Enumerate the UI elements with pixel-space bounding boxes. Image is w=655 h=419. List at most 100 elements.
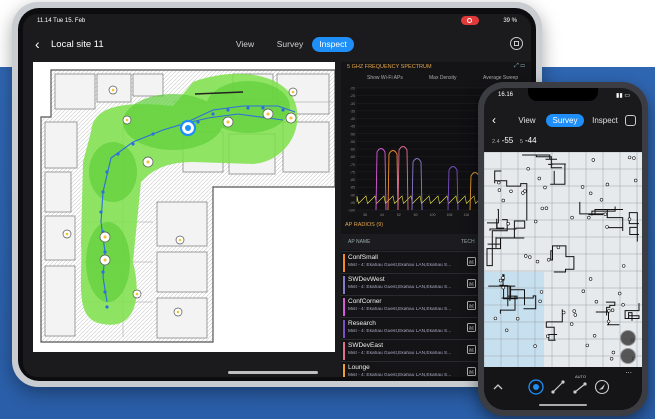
ap-name: Lounge <box>348 364 370 371</box>
phone-floor-map[interactable] <box>484 151 642 367</box>
survey-point <box>585 343 590 348</box>
survey-point <box>632 156 636 160</box>
survey-point <box>592 334 597 338</box>
navigate-icon[interactable] <box>594 379 610 395</box>
survey-point <box>622 264 626 268</box>
survey-point <box>634 178 638 183</box>
option-average-sweep[interactable]: Average Sweep <box>483 75 518 81</box>
survey-point <box>581 289 586 293</box>
col-tech[interactable]: TECH <box>461 239 475 245</box>
phone-tab-survey[interactable]: Survey <box>546 114 584 127</box>
tablet-status-bar: 11.14 Tue 15. Feb 39 % <box>23 14 531 30</box>
tab-view[interactable]: View <box>228 37 262 52</box>
y-tick-label: -55 <box>350 140 355 144</box>
tab-survey[interactable]: Survey <box>270 37 310 52</box>
survey-point <box>537 176 541 181</box>
recording-indicator-icon <box>461 16 479 25</box>
phone-notch <box>528 88 598 101</box>
back-chevron-icon[interactable]: ‹ <box>35 37 40 51</box>
survey-point <box>594 300 599 304</box>
x-tick-label: 100 <box>430 213 436 217</box>
ap-color-bar <box>343 342 345 360</box>
phone-screen: 16.16 ▮▮ ▭ ‹ View Survey Inspect 2.4 -55 … <box>484 88 642 410</box>
tablet-screen: 11.14 Tue 15. Feb 39 % ‹ Local site 11 V… <box>23 14 531 377</box>
menu-icon[interactable] <box>625 115 636 126</box>
ap-name: SWDevEast <box>348 342 384 349</box>
back-chevron-icon[interactable]: ‹ <box>492 113 496 127</box>
survey-point <box>627 217 632 221</box>
survey-point <box>607 309 611 313</box>
survey-point <box>573 313 578 317</box>
band1-label: 2.4 <box>492 139 500 145</box>
phone-battery-icon: ▮▮ ▭ <box>616 93 630 99</box>
survey-point <box>546 258 551 262</box>
locate-button[interactable] <box>620 330 636 346</box>
svg-text:ac: ac <box>469 304 475 310</box>
survey-point <box>523 254 528 258</box>
undo-button[interactable] <box>620 348 636 364</box>
option-max-density[interactable]: Max Density <box>429 75 457 81</box>
survey-point <box>545 334 550 338</box>
survey-point <box>588 277 593 281</box>
x-tick-label: 44 <box>380 213 384 217</box>
svg-text:ac: ac <box>469 370 475 376</box>
survey-point <box>580 185 585 189</box>
chevron-up-icon[interactable] <box>490 379 506 395</box>
y-tick-label: -50 <box>350 132 355 136</box>
ap-color-bar <box>343 254 345 272</box>
ap-ssids: Mist - 4: Ekahau Guest,Ekahau LAN,Ekahau… <box>348 263 452 268</box>
tab-inspect[interactable]: Inspect <box>312 37 354 52</box>
auto-label: AUTO <box>575 374 587 379</box>
ap-color-bar <box>343 276 345 294</box>
survey-mode-icon[interactable] <box>528 379 544 395</box>
y-tick-label: -75 <box>350 170 355 174</box>
survey-point <box>501 276 505 280</box>
y-tick-label: -80 <box>350 178 355 182</box>
survey-point <box>501 285 505 290</box>
y-tick-label: -20 <box>350 87 355 91</box>
ap-name: SWDevWest <box>348 276 385 283</box>
ap-color-bar <box>343 364 345 377</box>
survey-point <box>591 158 596 162</box>
tech-icon: ac <box>467 279 476 288</box>
spectrum-title: 5 GHZ FREQUENCY SPECTRUM <box>347 64 432 70</box>
ap-color-bar <box>343 320 345 338</box>
svg-text:ac: ac <box>469 326 475 332</box>
survey-point <box>609 357 614 361</box>
survey-point <box>526 167 530 171</box>
y-tick-label: -30 <box>350 102 355 106</box>
x-tick-label: 36 <box>363 213 367 217</box>
menu-icon[interactable] <box>510 37 523 50</box>
y-tick-label: -40 <box>350 117 355 121</box>
home-indicator <box>228 371 318 374</box>
survey-point <box>538 299 542 304</box>
path-mode-icon[interactable] <box>550 379 566 395</box>
survey-point <box>533 344 537 348</box>
ap-name: ConfSmall <box>348 254 378 261</box>
survey-point <box>556 245 561 250</box>
survey-point <box>497 180 501 185</box>
phone-device: 16.16 ▮▮ ▭ ‹ View Survey Inspect 2.4 -55 … <box>478 82 648 416</box>
svg-text:ac: ac <box>469 282 475 288</box>
more-icon[interactable]: ... <box>625 366 632 375</box>
y-tick-label: -95 <box>350 201 355 205</box>
col-ap-name[interactable]: AP NAME <box>348 239 370 245</box>
ap-ssids: Mist - 4: Ekahau Guest,Ekahau LAN,Ekahau… <box>348 373 452 377</box>
auto-mode-icon[interactable] <box>572 379 588 395</box>
survey-point <box>627 155 632 160</box>
survey-point <box>540 206 544 211</box>
survey-point <box>523 189 527 193</box>
phone-tab-inspect[interactable]: Inspect <box>588 114 622 127</box>
survey-point <box>570 215 574 220</box>
y-tick-label: -60 <box>350 148 355 152</box>
phone-nav-bar: ‹ View Survey Inspect <box>484 110 642 132</box>
survey-point <box>569 322 574 326</box>
expand-icon[interactable]: ⤢ ▭ <box>514 63 525 70</box>
battery-level: 39 % <box>503 18 517 24</box>
survey-point <box>501 198 505 203</box>
floor-plan-map[interactable] <box>33 62 336 352</box>
phone-tab-view[interactable]: View <box>512 114 542 127</box>
tech-icon: ac <box>467 323 476 332</box>
option-show-wifi-aps[interactable]: Show Wi-Fi APs <box>367 75 403 81</box>
phone-status-time: 16.16 <box>498 92 514 98</box>
